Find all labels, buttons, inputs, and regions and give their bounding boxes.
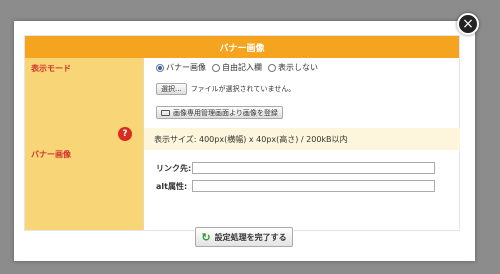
display-mode-radio-group: バナー画像 自由記入欄 表示しない: [156, 62, 318, 73]
image-manager-button-label: 画像専用管理画面より画像を登録: [173, 108, 278, 117]
alt-input[interactable]: [192, 180, 435, 192]
file-select-button[interactable]: 選択...: [156, 83, 187, 95]
display-mode-label: 表示モード: [25, 58, 143, 78]
complete-settings-label: 設定処理を完了する: [214, 232, 287, 242]
help-icon[interactable]: ?: [118, 127, 132, 141]
display-mode-row: 表示モード バナー画像 自由記入欄 表示しない: [25, 58, 459, 78]
close-icon[interactable]: ×: [457, 13, 479, 35]
link-field-row: リンク先:: [156, 162, 435, 174]
radio-button[interactable]: [212, 63, 220, 72]
banner-image-label-cell: バナー画像: [25, 78, 143, 230]
radio-hide[interactable]: 表示しない: [268, 62, 318, 73]
banner-image-fields: 選択... ファイルが選択されていません。 画像専用管理画面より画像を登録 表示…: [143, 78, 460, 230]
settings-modal: バナー画像 表示モード バナー画像 自由記入欄 表示しない バナー画像 ? 選択…: [14, 21, 475, 261]
radio-banner-image[interactable]: バナー画像: [156, 62, 206, 73]
file-status-text: ファイルが選択されていません。: [190, 85, 296, 93]
manager-line: 画像専用管理画面より画像を登録: [156, 106, 283, 119]
image-icon: [161, 109, 170, 116]
size-info: 表示サイズ: 400px(横幅) x 40px(高さ) / 200kB以内: [144, 128, 460, 150]
panel-header: バナー画像: [25, 36, 459, 58]
radio-button[interactable]: [268, 63, 276, 72]
link-input[interactable]: [192, 162, 435, 174]
radio-button-selected[interactable]: [156, 63, 164, 72]
radio-label-free-text: 自由記入欄: [222, 63, 262, 72]
image-manager-button[interactable]: 画像専用管理画面より画像を登録: [156, 106, 283, 119]
alt-field-row: alt属性:: [156, 180, 435, 192]
radio-label-hide: 表示しない: [278, 63, 318, 72]
banner-image-label: バナー画像: [31, 149, 71, 159]
radio-label-banner-image: バナー画像: [166, 63, 206, 72]
link-label: リンク先:: [156, 163, 192, 173]
banner-settings-panel: バナー画像 表示モード バナー画像 自由記入欄 表示しない バナー画像 ? 選択…: [24, 35, 460, 231]
complete-settings-button[interactable]: ↻ 設定処理を完了する: [195, 227, 293, 247]
alt-label: alt属性:: [156, 181, 188, 191]
display-mode-options: バナー画像 自由記入欄 表示しない: [143, 58, 459, 78]
refresh-icon: ↻: [201, 230, 211, 244]
banner-image-row: バナー画像 ? 選択... ファイルが選択されていません。 画像専用管理画面より…: [25, 78, 460, 230]
file-chooser: 選択... ファイルが選択されていません。: [156, 83, 295, 95]
radio-free-text[interactable]: 自由記入欄: [212, 62, 262, 73]
